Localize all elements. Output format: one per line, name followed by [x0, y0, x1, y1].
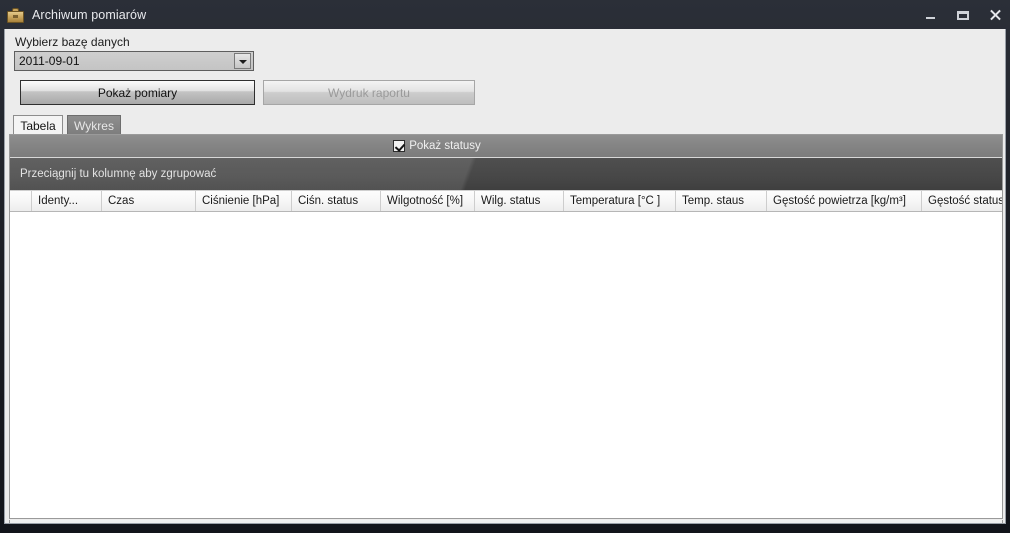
grid-header-cell[interactable]: Temp. staus	[676, 191, 767, 211]
summary-cell: Avg=0,0	[381, 522, 475, 523]
show-statuses-label: Pokaż statusy	[409, 140, 481, 152]
grid-header-cell[interactable]: Gęstość status	[922, 191, 1002, 211]
client-area: Wybierz bazę danych 2011-09-01 Pokaż pom…	[4, 29, 1006, 524]
minimize-icon[interactable]	[922, 6, 940, 24]
tab-wykres[interactable]: Wykres	[67, 115, 121, 135]
title-bar[interactable]: Archiwum pomiarów	[0, 0, 1010, 29]
database-combobox-value: 2011-09-01	[19, 54, 80, 68]
summary-cell-empty	[292, 523, 381, 524]
grid-options-bar: Pokaż statusy	[10, 135, 1002, 158]
chevron-down-icon[interactable]	[234, 53, 251, 69]
grid-header-cell[interactable]: Wilgotność [%]	[381, 191, 475, 211]
close-icon[interactable]	[986, 6, 1004, 24]
summary-cell: Count 0	[32, 522, 102, 523]
window-controls	[922, 0, 1004, 29]
database-combobox[interactable]: 2011-09-01	[14, 51, 254, 71]
grid-header-cell[interactable]: Gęstość powietrza [kg/m³]	[767, 191, 922, 211]
measurements-grid: Pokaż statusy Przeciągnij tu kolumnę aby…	[9, 134, 1003, 519]
application-window: Archiwum pomiarów Wybierz bazę danych 20…	[0, 0, 1010, 533]
summary-cell: Avg=0,0	[196, 522, 292, 523]
print-report-button[interactable]: Wydruk raportu	[263, 80, 475, 105]
grid-header-cell[interactable]: Czas	[102, 191, 196, 211]
grid-header-cell[interactable]: Ciśn. status	[292, 191, 381, 211]
group-by-hint-text: Przeciągnij tu kolumnę aby zgrupować	[20, 168, 217, 180]
summary-cell-empty	[676, 523, 767, 524]
window-title: Archiwum pomiarów	[32, 7, 147, 22]
briefcase-icon	[7, 7, 24, 23]
group-by-drop-area[interactable]: Przeciągnij tu kolumnę aby zgrupować	[10, 158, 1002, 191]
checkbox-checked-icon[interactable]	[393, 140, 406, 152]
grid-body-empty[interactable]	[10, 212, 1002, 518]
summary-cell-empty	[475, 523, 564, 524]
grid-header-row: Identy... Czas Ciśnienie [hPa] Ciśn. status…	[10, 191, 1002, 212]
grid-header-cell[interactable]: Temperatura [°C ]	[564, 191, 676, 211]
grid-header-cell[interactable]: Ciśnienie [hPa]	[196, 191, 292, 211]
summary-cell-empty	[10, 523, 32, 524]
database-label: Wybierz bazę danych	[15, 35, 130, 49]
tab-strip: Tabela Wykres	[5, 111, 1005, 136]
grid-header-cell[interactable]: Identy...	[32, 191, 102, 211]
grid-summary-footer: Count 0 Avg=0,0 Avg=0,0 Avg=0,0 Avg=0,0	[9, 520, 1005, 524]
summary-cell: Avg=0,0	[564, 522, 676, 523]
summary-cell-empty	[102, 523, 196, 524]
maximize-icon[interactable]	[954, 6, 972, 24]
grid-header-indicator[interactable]	[10, 191, 32, 211]
show-statuses-checkbox[interactable]: Pokaż statusy	[393, 140, 481, 152]
grid-header-cell[interactable]: Wilg. status	[475, 191, 564, 211]
show-measurements-button[interactable]: Pokaż pomiary	[20, 80, 255, 105]
summary-cell-empty	[922, 523, 1005, 524]
database-selector-panel: Wybierz bazę danych 2011-09-01 Pokaż pom…	[5, 29, 1005, 111]
summary-cell: Avg=0,0	[767, 522, 922, 523]
tab-tabela[interactable]: Tabela	[13, 115, 63, 136]
